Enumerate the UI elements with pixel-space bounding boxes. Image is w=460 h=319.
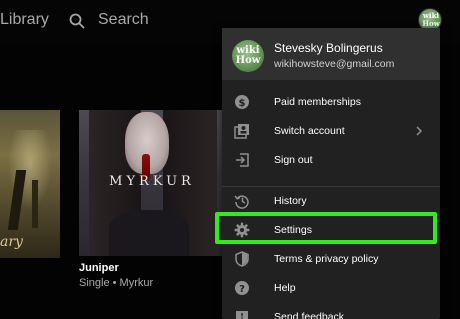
sign-out-icon <box>236 153 249 167</box>
menu-item-switch-account[interactable]: Switch account <box>222 117 440 145</box>
feedback-icon <box>236 311 248 319</box>
album-card-left-art[interactable]: ary <box>0 110 60 258</box>
menu-item-label: Switch account <box>274 125 345 137</box>
menu-item-help[interactable]: ? Help <box>222 274 440 302</box>
menu-item-label: Terms & privacy policy <box>274 253 379 265</box>
user-name: Stevesky Bolingerus <box>274 41 383 55</box>
history-icon <box>234 195 249 209</box>
menu-item-label: Paid memberships <box>274 96 361 108</box>
menu-item-paid-memberships[interactable]: $ Paid memberships <box>222 88 440 116</box>
album-art-body <box>109 210 189 256</box>
shield-icon <box>235 251 249 267</box>
menu-item-label: Sign out <box>274 154 313 166</box>
album-title-juniper[interactable]: Juniper <box>79 262 119 274</box>
menu-item-history[interactable]: History <box>222 187 440 215</box>
album-art-title: ary <box>0 234 23 250</box>
search-label[interactable]: Search <box>98 11 149 29</box>
account-menu: wiki How Stevesky Bolingerus wikihowsteve… <box>222 28 440 319</box>
dollar-circle-icon: $ <box>235 95 249 109</box>
chevron-right-icon <box>416 126 423 136</box>
user-email: wikihowsteve@gmail.com <box>274 58 395 70</box>
account-menu-header: wiki How Stevesky Bolingerus wikihowsteve… <box>222 28 440 80</box>
menu-item-label: Help <box>274 282 296 294</box>
svg-text:?: ? <box>239 284 245 295</box>
album-subtitle: Single • Myrkur <box>79 277 154 289</box>
wikihow-logo-icon: wiki How <box>235 45 261 66</box>
menu-item-label: Send feedback <box>274 311 345 319</box>
help-icon: ? <box>235 281 249 295</box>
menu-item-send-feedback[interactable]: Send feedback <box>222 303 440 319</box>
album-art-text: MYRKUR <box>109 174 195 189</box>
menu-item-sign-out[interactable]: Sign out <box>222 146 440 174</box>
nav-library[interactable]: Library <box>0 11 49 29</box>
settings-highlight-box <box>215 212 437 244</box>
switch-account-icon <box>234 124 249 139</box>
menu-item-terms-privacy[interactable]: Terms & privacy policy <box>222 245 440 273</box>
avatar: wiki How <box>232 40 264 72</box>
svg-text:$: $ <box>239 98 246 109</box>
search-icon[interactable] <box>68 12 86 30</box>
album-art-figure <box>32 180 38 228</box>
wikihow-logo-icon: wiki How <box>422 11 440 28</box>
album-card-juniper-art[interactable]: MYRKUR <box>79 110 225 256</box>
menu-item-label: History <box>274 195 307 207</box>
